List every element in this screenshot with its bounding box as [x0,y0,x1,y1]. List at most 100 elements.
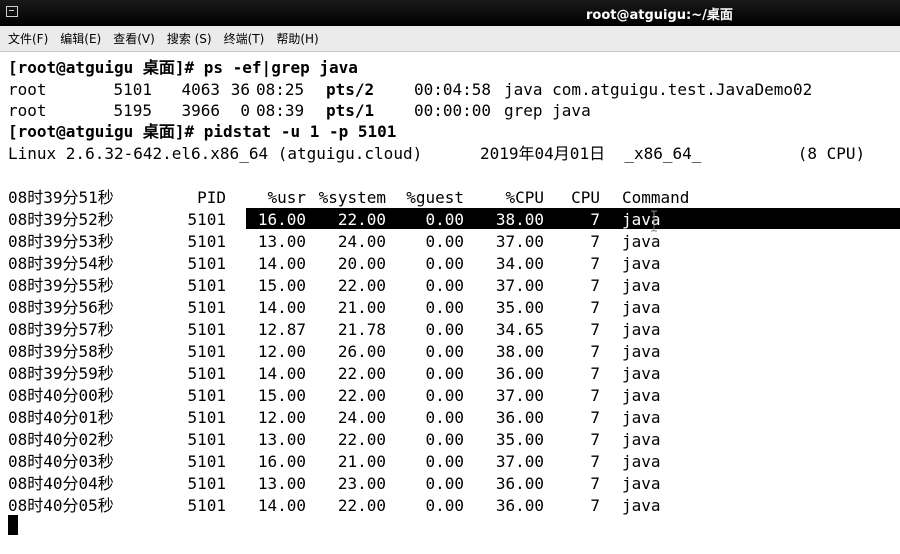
header-cpu-percent: %CPU [505,188,544,207]
row-14-command: java [622,496,661,515]
row-9-guest: 0.00 [425,386,464,405]
row-6-usr: 12.87 [257,320,306,339]
text-cursor-ibeam-icon [651,210,657,232]
ps-row-1-stime: 08:25 [256,80,305,99]
row-13-guest: 0.00 [425,474,464,493]
row-8-usr: 14.00 [257,364,306,383]
row-3-pid: 5101 [187,254,226,273]
row-5-command: java [622,298,661,317]
row-10-system: 24.00 [337,408,386,427]
row-12-cpu: 7 [590,452,600,471]
row-9-command: java [622,386,661,405]
row-5-cpu: 7 [590,298,600,317]
row-1-cpu-pct: 38.00 [495,210,544,229]
row-13-system: 23.00 [337,474,386,493]
header-pid: PID [197,188,226,207]
ps-row-2-c: 0 [240,101,250,120]
row-11-command: java [622,430,661,449]
row-1-time: 08时39分52秒 [8,210,114,229]
header-command: Command [622,188,690,207]
menu-help[interactable]: 帮助(H) [276,30,318,47]
row-14-time: 08时40分05秒 [8,496,114,515]
header-usr: %usr [267,188,306,207]
row-4-system: 22.00 [337,276,386,295]
row-9-cpu: 7 [590,386,600,405]
prompt-pidstat-command: [root@atguigu 桌面]# pidstat -u 1 -p 5101 [8,122,397,141]
row-4-cpu: 7 [590,276,600,295]
row-2-guest: 0.00 [425,232,464,251]
row-10-cpu-pct: 36.00 [495,408,544,427]
row-8-time: 08时39分59秒 [8,364,114,383]
menu-terminal[interactable]: 终端(T) [224,30,265,47]
row-8-cpu: 7 [590,364,600,383]
row-5-cpu-pct: 35.00 [495,298,544,317]
row-3-system: 20.00 [337,254,386,273]
row-10-cpu: 7 [590,408,600,427]
row-3-cpu: 7 [590,254,600,273]
row-9-pid: 5101 [187,386,226,405]
row-12-guest: 0.00 [425,452,464,471]
window-title: root@atguigu:~/桌面 [586,8,733,23]
row-12-cpu-pct: 37.00 [495,452,544,471]
row-1-pid: 5101 [187,210,226,229]
ps-row-2-pid: 5195 [113,101,152,120]
row-11-time: 08时40分02秒 [8,430,114,449]
row-7-pid: 5101 [187,342,226,361]
row-4-guest: 0.00 [425,276,464,295]
menu-view[interactable]: 查看(V) [113,30,155,47]
row-4-usr: 15.00 [257,276,306,295]
row-6-pid: 5101 [187,320,226,339]
row-12-pid: 5101 [187,452,226,471]
header-guest: %guest [406,188,464,207]
menu-edit[interactable]: 编辑(E) [60,30,101,47]
menu-search[interactable]: 搜索 (S) [167,30,212,47]
ps-row-1-ppid: 4063 [181,80,220,99]
ps-row-1-user: root [8,80,47,99]
row-8-cpu-pct: 36.00 [495,364,544,383]
row-2-time: 08时39分53秒 [8,232,114,251]
ps-row-1-pid: 5101 [113,80,152,99]
window-menu-icon[interactable] [6,6,18,17]
row-2-cpu: 7 [590,232,600,251]
row-5-usr: 14.00 [257,298,306,317]
row-2-system: 24.00 [337,232,386,251]
row-10-usr: 12.00 [257,408,306,427]
header-system: %system [318,188,386,207]
menu-file[interactable]: 文件(F) [8,30,48,47]
row-6-command: java [622,320,661,339]
row-11-guest: 0.00 [425,430,464,449]
row-5-pid: 5101 [187,298,226,317]
row-7-system: 26.00 [337,342,386,361]
row-9-usr: 15.00 [257,386,306,405]
row-13-cpu: 7 [590,474,600,493]
row-2-command: java [622,232,661,251]
row-3-usr: 14.00 [257,254,306,273]
menu-bar: 文件(F) 编辑(E) 查看(V) 搜索 (S) 终端(T) 帮助(H) [0,26,900,52]
row-5-guest: 0.00 [425,298,464,317]
row-14-pid: 5101 [187,496,226,515]
row-10-guest: 0.00 [425,408,464,427]
row-9-cpu-pct: 37.00 [495,386,544,405]
row-2-usr: 13.00 [257,232,306,251]
ps-row-2-tty: pts/1 [326,101,375,120]
row-8-system: 22.00 [337,364,386,383]
row-7-cpu-pct: 38.00 [495,342,544,361]
row-14-usr: 14.00 [257,496,306,515]
row-3-guest: 0.00 [425,254,464,273]
row-6-guest: 0.00 [425,320,464,339]
row-8-pid: 5101 [187,364,226,383]
terminal-output[interactable]: [root@atguigu 桌面]# ps -ef|grep java root… [0,53,900,554]
row-11-system: 22.00 [337,430,386,449]
row-2-pid: 5101 [187,232,226,251]
window-titlebar[interactable]: root@atguigu:~/桌面 [0,0,900,26]
row-4-command: java [622,276,661,295]
row-6-system: 21.78 [337,320,386,339]
row-14-guest: 0.00 [425,496,464,515]
row-13-command: java [622,474,661,493]
ps-row-2-time: 00:00:00 [414,101,492,120]
row-4-pid: 5101 [187,276,226,295]
ps-row-2-user: root [8,101,47,120]
row-6-time: 08时39分57秒 [8,320,114,339]
header-time: 08时39分51秒 [8,188,114,207]
row-3-time: 08时39分54秒 [8,254,114,273]
